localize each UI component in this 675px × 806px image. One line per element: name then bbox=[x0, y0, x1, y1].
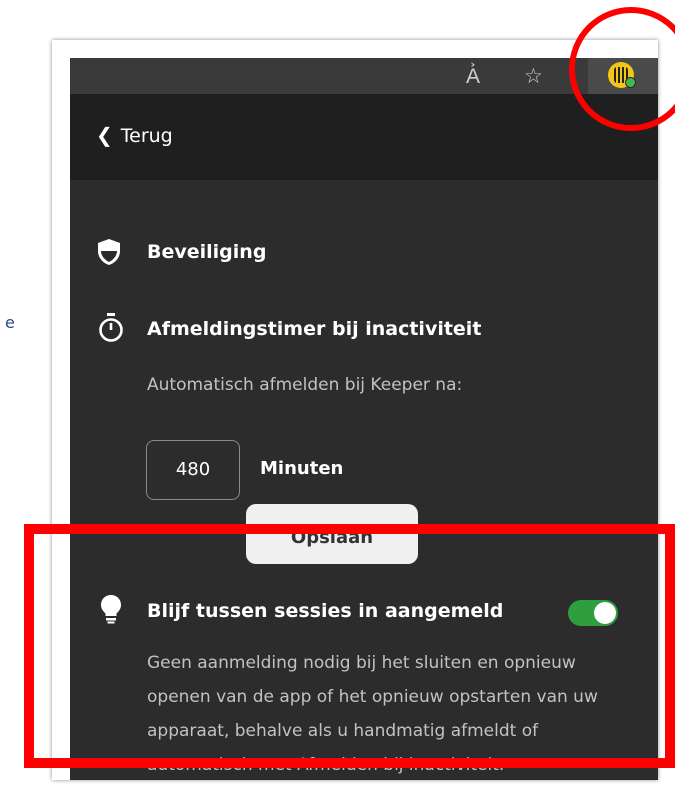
shield-icon bbox=[98, 239, 120, 265]
save-button[interactable]: Opslaan bbox=[246, 504, 418, 564]
logout-timer-description: Automatisch afmelden bij Keeper na: bbox=[147, 375, 463, 395]
toggle-knob bbox=[594, 602, 616, 624]
stay-logged-in-description: Geen aanmelding nodig bij het sluiten en… bbox=[147, 653, 598, 775]
minutes-unit-label: Minuten bbox=[260, 458, 344, 479]
stopwatch-icon bbox=[99, 313, 123, 342]
minutes-input[interactable]: 480 bbox=[146, 440, 240, 500]
browser-window: A͐ ☆ ❮ Terug Beveiliging Afmeldingstimer … bbox=[52, 40, 658, 780]
read-aloud-icon[interactable]: A͐ bbox=[466, 62, 480, 90]
stay-logged-in-title: Blijf tussen sessies in aangemeld bbox=[147, 600, 504, 622]
back-label: Terug bbox=[120, 125, 173, 147]
stray-text: e bbox=[5, 313, 15, 332]
keeper-extension-button[interactable] bbox=[588, 58, 658, 94]
security-title: Beveiliging bbox=[147, 241, 267, 263]
chevron-left-icon: ❮ bbox=[96, 123, 113, 147]
lightbulb-icon bbox=[101, 595, 121, 624]
status-dot-icon bbox=[625, 77, 636, 88]
settings-panel: ❮ Terug Beveiliging Afmeldingstimer bij i… bbox=[70, 94, 658, 780]
stay-logged-in-toggle[interactable] bbox=[568, 600, 618, 626]
back-button[interactable]: ❮ Terug bbox=[96, 123, 173, 147]
browser-toolbar: A͐ ☆ bbox=[70, 58, 658, 94]
logout-timer-title: Afmeldingstimer bij inactiviteit bbox=[147, 318, 482, 340]
favorite-star-icon[interactable]: ☆ bbox=[524, 62, 543, 90]
panel-header: ❮ Terug bbox=[70, 94, 658, 180]
